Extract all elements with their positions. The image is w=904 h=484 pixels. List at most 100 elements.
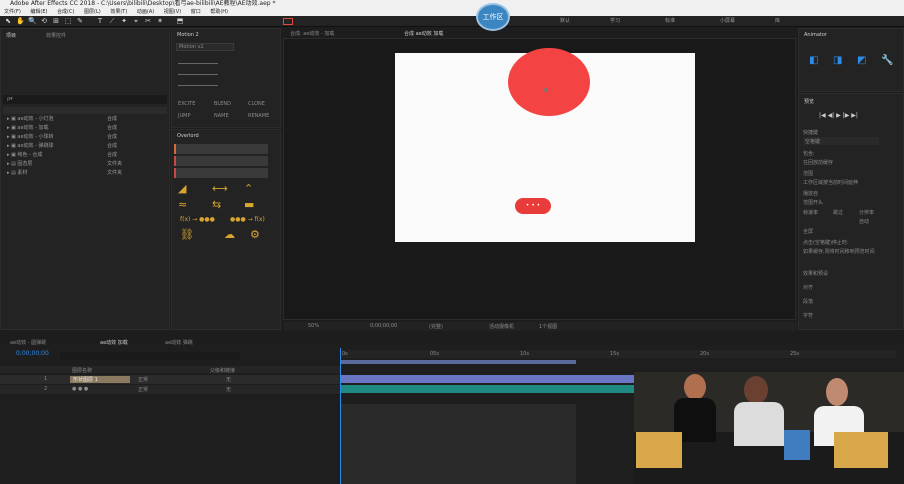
tab-effect-controls[interactable]: 效果控件 [46,32,66,39]
tab-motion[interactable]: Motion 2 [177,32,199,38]
workspace-learn[interactable]: 学习 [610,17,620,24]
layer-parent[interactable]: 无 [226,386,231,393]
gear-icon[interactable]: ⚙ [250,228,260,241]
preset-dots-to-fx[interactable]: ●●● → f(x) [230,216,265,223]
graph-area[interactable] [340,404,576,484]
preset-slot-3[interactable] [174,168,268,178]
camera-dropdown[interactable]: 活动摄像机 [489,323,514,330]
table-row[interactable]: 2 ● ● ● 正常 无 [0,385,340,394]
label-rename[interactable]: RENAME [248,113,269,119]
label-blend[interactable]: BLEND [214,101,231,107]
shape-tool-icon[interactable]: ✎ [76,18,84,25]
tab-timeline-3[interactable]: ae动效 弹跳 [165,339,193,346]
cloud-icon[interactable]: ☁ [224,228,235,241]
menu-edit[interactable]: 编辑(E) [30,9,47,15]
pan-behind-tool-icon[interactable]: ⬚ [64,18,72,25]
wrench-icon[interactable]: 🔧 [881,55,893,66]
layer-mode[interactable]: 正常 [138,386,148,393]
menu-window[interactable]: 窗口 [191,9,201,15]
list-item[interactable]: ▸ ▣ ae动效 - 加载 合成 [7,124,117,132]
timecode[interactable]: 0;00;00;00 [370,323,397,329]
zoom-dropdown[interactable]: 50% [308,323,319,329]
section-paragraph[interactable]: 段落 [803,298,813,305]
loading-pill-layer[interactable]: • • • [515,198,551,214]
table-row[interactable]: 1 形状图层 1 正常 无 [0,375,340,384]
layer-name-field[interactable]: 形状图层 1 [70,376,130,383]
zoom-tool-icon[interactable]: 🔍 [28,18,37,25]
tab-comp-active[interactable]: 合成 ae动效 加载 [404,30,443,37]
preset-slot-1[interactable] [174,144,268,154]
list-item[interactable]: ▸ ▣ 纯色 - 合成 合成 [7,151,117,159]
list-item[interactable]: ▸ ▣ ae动效 - 弹跳球 合成 [7,142,117,150]
list-item[interactable]: ▸ ▣ ae动效 - 小球转 合成 [7,133,117,141]
views-dropdown[interactable]: 1个视图 [539,323,557,330]
timeline-search[interactable] [60,352,240,360]
section-character[interactable]: 字符 [803,312,813,319]
slider-1[interactable] [178,63,218,64]
anim-ease-in-icon[interactable]: ◧ [809,55,818,66]
option-cache[interactable]: 在回放前缓存 [803,159,833,166]
shortcut-dropdown[interactable]: 空格键 [803,137,879,145]
workspace-default[interactable]: 默认 [560,17,570,24]
time-ruler[interactable]: 0s 05s 10s 15s 20s 25s [340,350,896,358]
label-name[interactable]: NAME [214,113,229,119]
anim-ease-both-icon[interactable]: ◩ [857,55,866,66]
workspace-badge[interactable]: 工作区 [476,3,510,31]
label-excite[interactable]: EXCITE [178,101,195,107]
clone-tool-icon[interactable]: ✦ [120,18,128,25]
preset-slot-2[interactable] [174,156,268,166]
tab-timeline-2[interactable]: ae动效 加载 [100,339,128,346]
anim-ease-out-icon[interactable]: ◨ [833,55,842,66]
layer-mode[interactable]: 正常 [138,376,148,383]
tab-preview[interactable]: 预览 [804,98,814,105]
section-align[interactable]: 对齐 [803,284,813,291]
text-tool-icon[interactable]: T [96,18,104,25]
tab-overlord[interactable]: Overlord [177,133,199,139]
brush-tool-icon[interactable]: ⟋ [108,18,116,25]
project-search[interactable]: ρ▾ [3,95,167,104]
chain-icon[interactable]: ⛓ [180,228,194,241]
motion-dropdown[interactable]: Motion v2 [176,43,234,51]
label-clone[interactable]: CLONE [248,101,265,107]
eraser-tool-icon[interactable]: ⌖ [132,18,140,25]
puppet-tool-icon[interactable]: ✶ [156,18,164,25]
menu-file[interactable]: 文件(F) [4,9,21,15]
section-effects[interactable]: 效果和预设 [803,270,828,277]
menu-layer[interactable]: 图层(L) [84,9,101,15]
tab-project[interactable]: 项目 [6,32,16,39]
slider-2[interactable] [178,74,218,75]
bounce-icon[interactable]: ⌃ [244,182,253,195]
current-time[interactable]: 0;00;00;00 [16,350,49,357]
first-frame-icon[interactable]: |◀ [819,112,826,119]
menu-composition[interactable]: 合成(C) [57,9,74,15]
rotate-tool-icon[interactable]: ⟲ [40,18,48,25]
tab-animator[interactable]: Animator [804,32,827,38]
option-resolution-value[interactable]: 自动 [859,218,869,225]
menu-effect[interactable]: 效果(T) [110,9,127,15]
playback-controls[interactable]: |◀ ◀| ▶ |▶ ▶| [819,112,858,119]
quality-dropdown[interactable]: (完整) [429,323,443,330]
label-jump[interactable]: JUMP [178,113,190,119]
preset-fx-to-dots[interactable]: f(x) → ●●● [180,216,215,223]
snapping-icon[interactable]: ⬒ [176,18,184,25]
menu-view[interactable]: 视图(V) [164,9,181,15]
red-circle-layer[interactable] [508,48,590,116]
menu-help[interactable]: 帮助(H) [210,9,228,15]
roto-tool-icon[interactable]: ✂ [144,18,152,25]
menu-animation[interactable]: 动画(A) [137,9,154,15]
selection-tool-icon[interactable]: ⬉ [4,18,12,25]
tab-timeline-1[interactable]: ae动效 - 圆弹跳 [10,339,46,346]
play-icon[interactable]: ▶ [836,112,841,119]
next-frame-icon[interactable]: |▶ [843,112,850,119]
tab-comp-left[interactable]: 合成: ae动效 - 加载 [290,30,334,37]
anchor-point[interactable] [544,88,548,92]
bar-icon[interactable]: ▬ [244,198,254,211]
option-range-value[interactable]: 工作区域按当前时间延伸 [803,179,858,186]
option-move-time[interactable]: 如果缓存,则将时间移到预览时间 [803,248,875,255]
workspace-standard[interactable]: 标准 [665,17,675,24]
cycle-icon[interactable]: ⇆ [212,198,221,211]
last-frame-icon[interactable]: ▶| [851,112,858,119]
workspace-small-screen[interactable]: 小屏幕 [720,17,735,24]
wiggle-icon[interactable]: ≈ [178,198,187,211]
ease-icon[interactable]: ◢ [178,182,186,195]
